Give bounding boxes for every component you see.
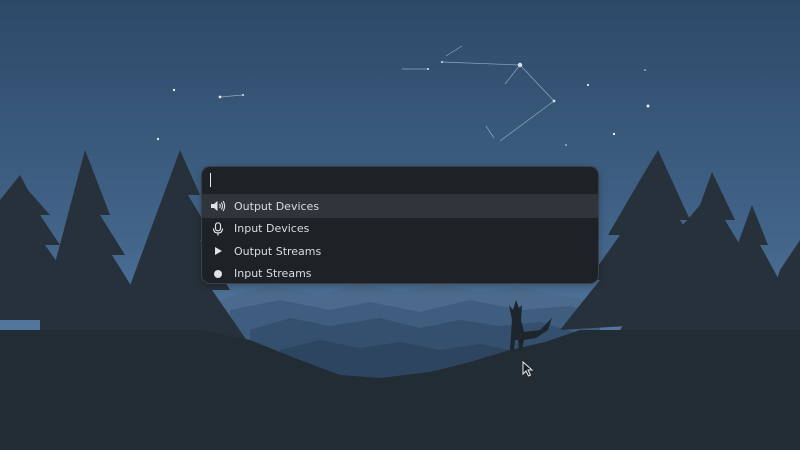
result-input-devices[interactable]: Input Devices (202, 218, 598, 241)
results-list: Output Devices Input Devices Output Stre… (202, 195, 598, 284)
result-label: Input Devices (234, 222, 310, 236)
record-icon (210, 266, 226, 282)
mouse-pointer-icon (522, 361, 534, 377)
result-output-streams[interactable]: Output Streams (202, 240, 598, 263)
search-input[interactable] (214, 171, 584, 190)
result-label: Output Devices (234, 199, 320, 213)
launcher-panel: Output Devices Input Devices Output Stre… (201, 166, 599, 284)
microphone-icon (210, 221, 226, 237)
text-caret (210, 173, 211, 187)
speaker-icon (210, 198, 226, 214)
result-label: Output Streams (234, 244, 322, 258)
search-bar[interactable] (202, 167, 598, 195)
result-label: Input Streams (234, 267, 312, 281)
play-icon (210, 243, 226, 259)
result-input-streams[interactable]: Input Streams (202, 263, 598, 284)
result-output-devices[interactable]: Output Devices (202, 195, 598, 218)
